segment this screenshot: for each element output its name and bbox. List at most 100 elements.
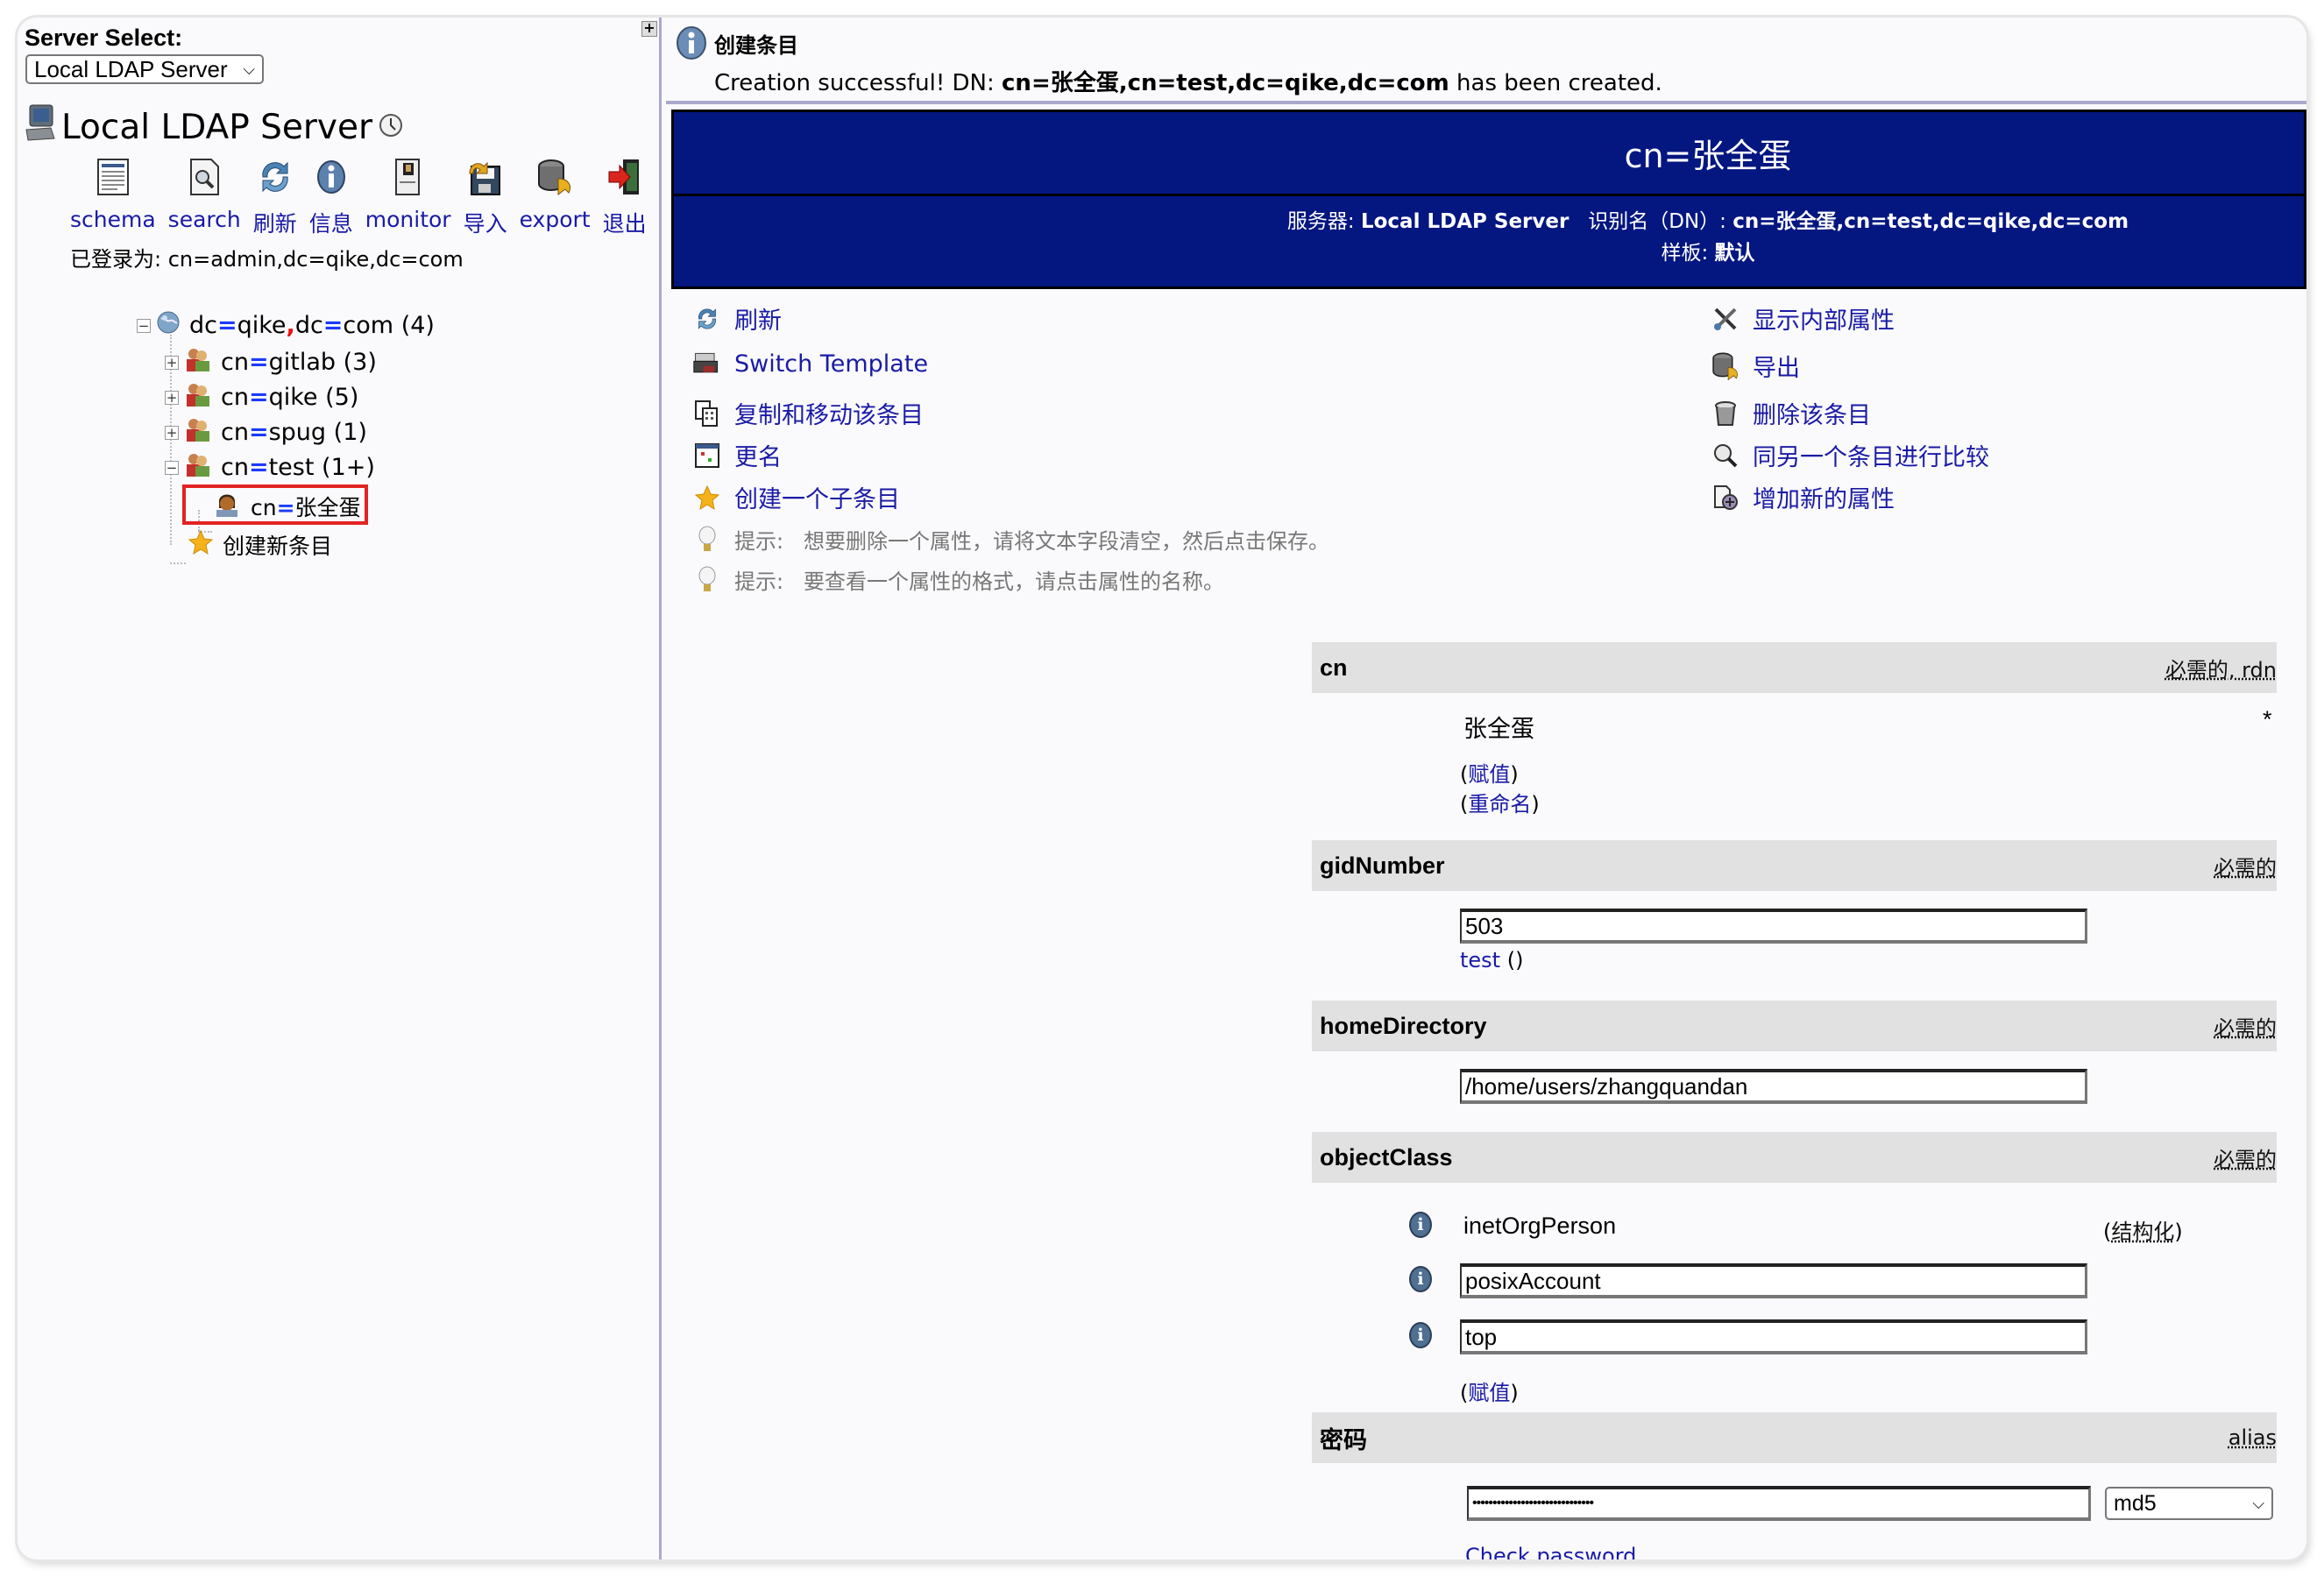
- expand-toggle[interactable]: +: [165, 390, 179, 405]
- tree-item-label[interactable]: cn=test (1+): [221, 454, 375, 481]
- expand-toggle[interactable]: +: [165, 425, 179, 440]
- action-compare[interactable]: 同另一个条目进行比较: [1711, 438, 1989, 472]
- group-icon: [184, 452, 210, 483]
- tree-create-new[interactable]: 创建新条目: [188, 529, 332, 561]
- objectclass-input[interactable]: posixAccount: [1460, 1263, 2087, 1298]
- compare-icon: [1711, 441, 1740, 470]
- tree-root-label[interactable]: dc=qike,dc=com (4): [189, 312, 435, 339]
- gidnumber-input[interactable]: 503: [1460, 909, 2087, 944]
- refresh-icon: [256, 158, 294, 196]
- homedirectory-input[interactable]: /home/users/zhangquandan: [1460, 1069, 2087, 1104]
- attribute-name-cn[interactable]: cn: [1320, 654, 1348, 682]
- attribute-name-password[interactable]: 密码: [1320, 1421, 1367, 1455]
- action-rename[interactable]: 更名: [692, 438, 782, 472]
- star-icon: [692, 483, 722, 513]
- attribute-alias: alias: [2228, 1425, 2277, 1450]
- server-select-value: Local LDAP Server: [34, 55, 228, 82]
- password-input[interactable]: ••••••••••••••••••••••••••••••: [1467, 1486, 2091, 1521]
- tree-item-spug[interactable]: + cn=spug (1): [165, 417, 367, 448]
- monitor-icon: [389, 158, 428, 196]
- selection-highlight: [182, 484, 368, 525]
- lightbulb-icon: [692, 565, 722, 595]
- tools-icon: [1711, 304, 1740, 334]
- hint-delete-attribute: 提示: 想要删除一个属性，请将文本字段清空，然后点击保存。: [692, 524, 1329, 555]
- toolbar-export[interactable]: export: [520, 158, 591, 238]
- collapse-toggle[interactable]: −: [165, 460, 179, 475]
- toolbar-logout[interactable]: 退出: [603, 158, 647, 238]
- action-refresh[interactable]: 刷新: [692, 301, 782, 336]
- objectclass-info-icon[interactable]: i: [1409, 1322, 1432, 1348]
- attribute-required: 必需的: [2214, 855, 2277, 880]
- tree-root[interactable]: − dc=qike,dc=com (4): [137, 310, 435, 341]
- rename-icon: [692, 441, 722, 470]
- action-create-child[interactable]: 创建一个子条目: [692, 480, 900, 514]
- message-title: 创建条目: [714, 33, 798, 58]
- entry-subtitle: 服务器: Local LDAP Server 识别名（DN）: cn=张全蛋,c…: [1286, 210, 2129, 265]
- tree-create-new-label[interactable]: 创建新条目: [223, 529, 332, 561]
- expand-toggle[interactable]: +: [165, 355, 179, 370]
- action-delete-entry[interactable]: 删除该条目: [1711, 396, 1871, 430]
- export-icon: [1711, 351, 1740, 381]
- group-icon: [184, 347, 210, 378]
- sidebar: Server Select: Local LDAP Server ⌵ + Loc…: [18, 18, 662, 1559]
- attribute-header-gidnumber: gidNumber 必需的: [1312, 840, 2277, 891]
- attribute-header-cn: cn 必需的, rdn: [1312, 642, 2277, 693]
- action-export[interactable]: 导出: [1711, 349, 1800, 383]
- chevron-down-icon: ⌵: [2252, 1494, 2264, 1512]
- server-select[interactable]: Local LDAP Server ⌵: [25, 54, 264, 84]
- rdn-marker: *: [2263, 706, 2272, 732]
- action-copy-move[interactable]: 复制和移动该条目: [692, 396, 924, 430]
- toolbar-refresh[interactable]: 刷新: [253, 158, 297, 238]
- toolbar-search[interactable]: search: [168, 158, 241, 238]
- refresh-icon: [692, 304, 722, 334]
- action-show-internal[interactable]: 显示内部属性: [1711, 301, 1895, 336]
- objectclass-input[interactable]: top: [1460, 1319, 2087, 1354]
- search-icon: [185, 158, 223, 196]
- copy-move-icon: [692, 399, 722, 428]
- gidnumber-group-link[interactable]: test (): [1460, 948, 1523, 972]
- toolbar-monitor[interactable]: monitor: [365, 158, 451, 238]
- logged-in-as: 已登录为: cn=admin,dc=qike,dc=com: [70, 247, 464, 272]
- server-toolbar: schema search 刷新 信息 monitor 导入 export 退出: [70, 158, 659, 238]
- server-title-text: Local LDAP Server: [61, 107, 373, 147]
- server-select-label: Server Select:: [25, 25, 183, 51]
- group-icon: [184, 382, 210, 413]
- attribute-name-objectclass[interactable]: objectClass: [1320, 1144, 1453, 1171]
- collapse-toggle[interactable]: −: [137, 318, 151, 333]
- expand-toggle-button[interactable]: +: [641, 21, 657, 37]
- lightbulb-icon: [692, 525, 722, 555]
- toolbar-import[interactable]: 导入: [464, 158, 507, 238]
- cn-value: 张全蛋: [1463, 716, 1534, 742]
- tree-item-test[interactable]: − cn=test (1+): [165, 452, 375, 483]
- toolbar-info[interactable]: 信息: [309, 158, 353, 238]
- switch-template-icon: [692, 349, 722, 378]
- import-icon: [466, 158, 505, 196]
- cn-assign-link[interactable]: (赋值): [1460, 757, 1519, 788]
- tree-item-gitlab[interactable]: + cn=gitlab (3): [165, 347, 377, 378]
- entry-title: cn=张全蛋: [674, 112, 2304, 196]
- attribute-name-gidnumber[interactable]: gidNumber: [1320, 852, 1445, 880]
- add-attribute-icon: [1711, 483, 1740, 513]
- entry-header: cn=张全蛋 服务器: Local LDAP Server 识别名（DN）: c…: [671, 110, 2306, 289]
- tree-item-label[interactable]: cn=gitlab (3): [221, 349, 377, 376]
- attribute-name-homedirectory[interactable]: homeDirectory: [1320, 1013, 1487, 1040]
- hint-attribute-format: 提示: 要查看一个属性的格式，请点击属性的名称。: [692, 564, 1224, 595]
- objectclass-value: inetOrgPerson: [1463, 1213, 1617, 1239]
- hash-select[interactable]: md5 ⌵: [2105, 1487, 2273, 1520]
- check-password-link[interactable]: Check password: [1465, 1544, 1636, 1559]
- tree-item-label[interactable]: cn=qike (5): [221, 384, 358, 411]
- group-icon: [184, 417, 210, 448]
- cn-rename-link[interactable]: (重命名): [1460, 787, 1540, 817]
- tree-item-label[interactable]: cn=spug (1): [221, 419, 367, 446]
- toolbar-schema[interactable]: schema: [70, 158, 156, 238]
- objectclass-info-icon[interactable]: i: [1409, 1212, 1432, 1238]
- server-computer-icon: [25, 103, 56, 151]
- objectclass-assign-link[interactable]: (赋值): [1460, 1375, 1519, 1406]
- tree-line: [170, 562, 186, 564]
- action-switch-template[interactable]: Switch Template: [692, 349, 928, 378]
- action-add-attribute[interactable]: 增加新的属性: [1711, 480, 1895, 514]
- clock-icon[interactable]: [378, 108, 404, 147]
- tree-item-qike[interactable]: + cn=qike (5): [165, 382, 358, 413]
- objectclass-info-icon[interactable]: i: [1409, 1266, 1432, 1292]
- divider: [666, 101, 2306, 104]
